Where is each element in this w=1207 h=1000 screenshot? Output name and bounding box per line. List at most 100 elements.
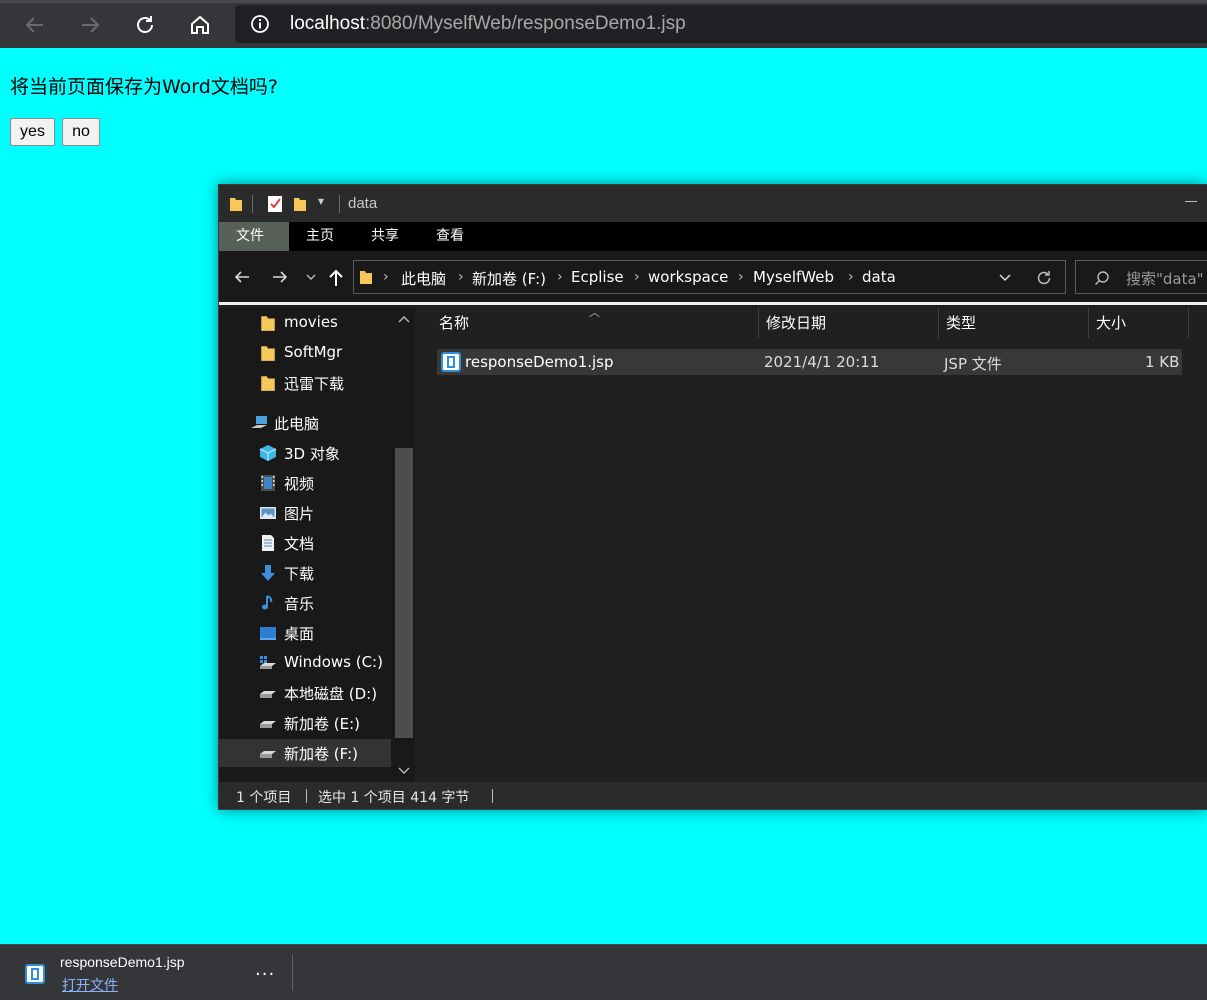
download-filename: responseDemo1.jsp [60, 954, 185, 970]
quick-access-dropdown-icon[interactable]: ▾ [318, 194, 324, 208]
browser-toolbar: localhost:8080/MyselfWeb/responseDemo1.j… [0, 0, 1207, 48]
tab-home[interactable]: 主页 [289, 222, 351, 251]
sidebar-item-label: Windows (C:) [284, 653, 383, 671]
new-folder-icon[interactable] [293, 196, 307, 212]
recent-locations-icon[interactable] [305, 271, 317, 283]
column-header-modified[interactable]: 修改日期 [766, 312, 826, 342]
drive-icon [260, 721, 276, 728]
chevron-right-icon: › [848, 269, 854, 285]
breadcrumb-myselfweb[interactable]: MyselfWeb [753, 268, 834, 286]
up-arrow-icon[interactable] [328, 269, 344, 287]
properties-icon[interactable] [267, 195, 283, 213]
chevron-down-icon[interactable] [397, 766, 411, 776]
sidebar-item-documents[interactable]: 文档 [219, 529, 391, 557]
selection-info: 选中 1 个项目 414 字节 [318, 790, 470, 806]
pictures-icon [260, 507, 276, 519]
file-name: responseDemo1.jsp [465, 353, 614, 371]
file-row[interactable]: responseDemo1.jsp 2021/4/1 20:11 JSP 文件 … [437, 349, 1182, 375]
sidebar-item-softmgr[interactable]: SoftMgr [219, 339, 391, 367]
chevron-right-icon: › [634, 269, 640, 285]
forward-arrow-icon[interactable] [271, 268, 289, 286]
sidebar-item-movies[interactable]: movies [219, 309, 391, 337]
sidebar-item-thunder-downloads[interactable]: 迅雷下载 [219, 369, 391, 397]
breadcrumb-data[interactable]: data [862, 268, 896, 286]
back-arrow-icon [25, 17, 43, 33]
folder-icon [360, 271, 372, 284]
column-header-name[interactable]: 名称 [439, 312, 469, 342]
more-options-icon[interactable]: ... [255, 959, 275, 980]
tab-view[interactable]: 查看 [419, 222, 481, 251]
sidebar-item-music[interactable]: 音乐 [219, 589, 391, 617]
scrollbar-thumb[interactable] [395, 448, 413, 738]
forward-arrow-icon [82, 17, 100, 33]
sidebar-item-3d-objects[interactable]: 3D 对象 [219, 439, 391, 467]
chevron-right-icon: › [383, 269, 389, 285]
sidebar-item-this-pc[interactable]: 此电脑 [219, 409, 391, 437]
info-icon[interactable] [250, 14, 270, 34]
sidebar-item-label: movies [284, 313, 338, 331]
open-file-link[interactable]: 打开文件 [62, 975, 118, 995]
no-button[interactable]: no [62, 118, 100, 146]
sidebar-item-desktop[interactable]: 桌面 [219, 619, 391, 647]
computer-icon [251, 416, 267, 428]
sidebar-scrollbar[interactable] [393, 308, 415, 782]
3d-objects-icon [259, 445, 277, 461]
address-path-box[interactable]: › 此电脑 › 新加卷 (F:) › Ecplise › workspace ›… [353, 260, 1066, 294]
save-question: 将当前页面保存为Word文档吗? [10, 76, 278, 98]
sidebar-item-label: 视频 [284, 475, 315, 493]
back-button[interactable] [20, 10, 50, 40]
reload-button[interactable] [130, 10, 160, 40]
navigation-pane: movies SoftMgr 迅雷下载 此电脑 3D 对象 视频 图片 文档 下… [219, 308, 415, 782]
explorer-titlebar: ▾ data [219, 185, 1207, 222]
breadcrumb-workspace[interactable]: workspace [648, 268, 728, 286]
sidebar-item-label: 3D 对象 [284, 445, 340, 463]
folder-icon [230, 198, 242, 211]
search-icon [1095, 271, 1109, 285]
explorer-statusbar: 1 个项目 选中 1 个项目 414 字节 [219, 782, 1207, 809]
drive-icon [260, 656, 276, 669]
address-bar[interactable]: localhost:8080/MyselfWeb/responseDemo1.j… [235, 5, 1207, 43]
breadcrumb-this-pc[interactable]: 此电脑 [401, 268, 446, 289]
search-placeholder: 搜索"data" [1126, 270, 1204, 288]
refresh-icon[interactable] [1035, 269, 1053, 287]
tab-file[interactable]: 文件 [219, 222, 289, 251]
url-host: localhost [290, 13, 365, 34]
sidebar-item-label: 本地磁盘 (D:) [284, 685, 378, 703]
column-header-type[interactable]: 类型 [946, 312, 976, 342]
sidebar-item-label: 文档 [284, 535, 315, 553]
sidebar-item-pictures[interactable]: 图片 [219, 499, 391, 527]
tab-share[interactable]: 共享 [354, 222, 416, 251]
music-icon [262, 595, 273, 610]
sidebar-item-label: SoftMgr [284, 343, 343, 361]
sidebar-item-drive-d[interactable]: 本地磁盘 (D:) [219, 679, 391, 707]
chevron-down-icon[interactable] [998, 272, 1012, 284]
sidebar-item-drive-f[interactable]: 新加卷 (F:) [219, 739, 391, 767]
folder-icon [261, 316, 275, 331]
home-button[interactable] [185, 10, 215, 40]
breadcrumb-ecplise[interactable]: Ecplise [571, 268, 624, 286]
jsp-file-icon [25, 964, 45, 984]
drive-icon [260, 691, 276, 698]
chevron-up-icon[interactable] [397, 314, 411, 324]
column-header-size[interactable]: 大小 [1096, 312, 1126, 342]
folder-icon [261, 376, 275, 391]
yes-button[interactable]: yes [10, 118, 55, 146]
folder-icon [261, 346, 275, 361]
breadcrumb-drive-f[interactable]: 新加卷 (F:) [472, 268, 546, 289]
forward-button[interactable] [75, 10, 105, 40]
home-icon [191, 15, 209, 34]
sidebar-item-drive-c[interactable]: Windows (C:) [219, 649, 391, 677]
sidebar-item-downloads[interactable]: 下载 [219, 559, 391, 587]
minimize-button[interactable] [1185, 201, 1197, 202]
video-icon [261, 475, 275, 491]
sidebar-item-label: 新加卷 (F:) [284, 745, 358, 763]
file-modified: 2021/4/1 20:11 [764, 353, 880, 371]
sidebar-item-drive-e[interactable]: 新加卷 (E:) [219, 709, 391, 737]
file-list-pane: ︿ 名称 修改日期 类型 大小 responseDemo1.jsp 2021/4… [415, 306, 1207, 782]
sidebar-item-videos[interactable]: 视频 [219, 469, 391, 497]
search-box[interactable]: 搜索"data" [1075, 260, 1207, 294]
download-icon [261, 565, 275, 581]
navigation-row: › 此电脑 › 新加卷 (F:) › Ecplise › workspace ›… [219, 251, 1207, 305]
file-type: JSP 文件 [944, 355, 1002, 373]
back-arrow-icon[interactable] [233, 268, 251, 286]
